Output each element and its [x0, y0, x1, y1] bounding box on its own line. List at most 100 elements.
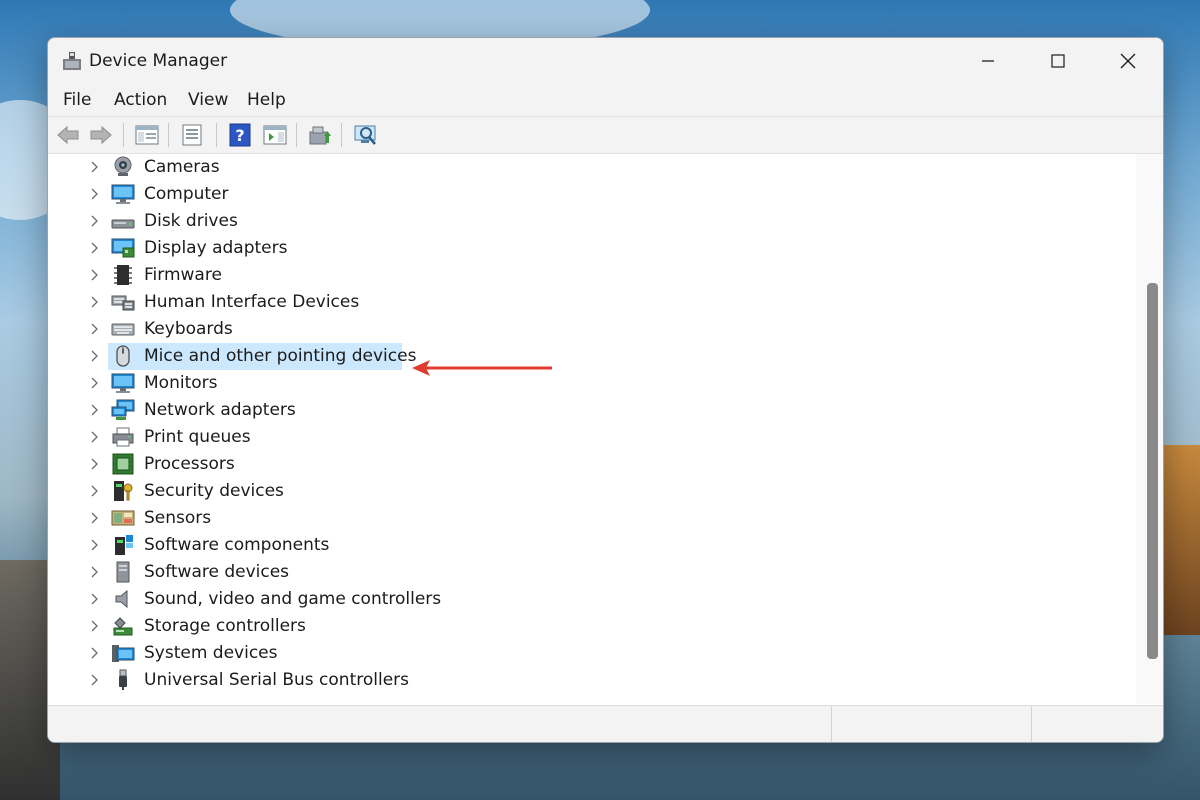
- toolbar: ?: [48, 116, 1163, 154]
- tree-item-print-queues[interactable]: Print queues: [48, 424, 1136, 451]
- toolbar-separator: [216, 123, 217, 147]
- camera-icon: [114, 156, 132, 176]
- update-driver-icon[interactable]: [307, 122, 333, 148]
- tree-item-system-devices[interactable]: System devices: [48, 640, 1136, 667]
- tree-item-processors[interactable]: Processors: [48, 451, 1136, 478]
- vertical-scrollbar[interactable]: [1136, 154, 1163, 704]
- tree-item-sensors[interactable]: Sensors: [48, 505, 1136, 532]
- menu-bar: File Action View Help: [48, 84, 1163, 116]
- tree-item-label: Sound, video and game controllers: [144, 589, 442, 609]
- status-bar: [48, 705, 1163, 742]
- tree-item-security-devices[interactable]: Security devices: [48, 478, 1136, 505]
- tree-item-monitors[interactable]: Monitors: [48, 370, 1136, 397]
- tree-item-label: Disk drives: [144, 211, 238, 231]
- tree-item-label: Software devices: [144, 562, 290, 582]
- tree-item-software-components[interactable]: Software components: [48, 532, 1136, 559]
- monitor-icon: [111, 373, 135, 393]
- tree-item-label: Software components: [144, 535, 330, 555]
- menu-file[interactable]: File: [63, 90, 91, 110]
- tree-item-universal-serial-bus-controllers[interactable]: Universal Serial Bus controllers: [48, 667, 1136, 694]
- chevron-right-icon[interactable]: [89, 349, 101, 363]
- toolbar-separator: [296, 123, 297, 147]
- scan-hardware-icon[interactable]: [353, 122, 379, 148]
- tree-item-label: Firmware: [144, 265, 222, 285]
- chevron-right-icon[interactable]: [89, 322, 101, 336]
- status-pane: [1031, 706, 1163, 742]
- chevron-right-icon[interactable]: [89, 511, 101, 525]
- show-action-pane-icon[interactable]: [262, 122, 288, 148]
- disk-drive-icon: [111, 219, 135, 229]
- tree-item-display-adapters[interactable]: Display adapters: [48, 235, 1136, 262]
- tree-item-firmware[interactable]: Firmware: [48, 262, 1136, 289]
- tree-item-keyboards[interactable]: Keyboards: [48, 316, 1136, 343]
- chevron-right-icon[interactable]: [89, 376, 101, 390]
- tree-item-disk-drives[interactable]: Disk drives: [48, 208, 1136, 235]
- tree-item-label: Display adapters: [144, 238, 288, 258]
- device-manager-icon: [63, 52, 81, 70]
- close-button[interactable]: [1093, 38, 1163, 84]
- forward-arrow-icon[interactable]: [88, 122, 114, 148]
- chevron-right-icon[interactable]: [89, 565, 101, 579]
- chevron-right-icon[interactable]: [89, 646, 101, 660]
- tree-item-label: Computer: [144, 184, 229, 204]
- tree-item-label: Processors: [144, 454, 235, 474]
- speaker-icon: [115, 589, 128, 609]
- properties-icon[interactable]: [179, 122, 205, 148]
- annotation-arrow-icon: [412, 360, 552, 376]
- tree-item-cameras[interactable]: Cameras: [48, 154, 1136, 181]
- tree-item-sound-video-and-game-controllers[interactable]: Sound, video and game controllers: [48, 586, 1136, 613]
- minimize-button[interactable]: [953, 38, 1023, 84]
- software-component-icon: [115, 535, 133, 555]
- chevron-right-icon[interactable]: [89, 268, 101, 282]
- show-hide-console-tree-icon[interactable]: [134, 122, 160, 148]
- tree-item-label: Monitors: [144, 373, 218, 393]
- menu-action[interactable]: Action: [114, 90, 167, 110]
- chevron-right-icon[interactable]: [89, 403, 101, 417]
- tree-item-network-adapters[interactable]: Network adapters: [48, 397, 1136, 424]
- tree-item-label: Storage controllers: [144, 616, 306, 636]
- chevron-right-icon[interactable]: [89, 430, 101, 444]
- menu-view[interactable]: View: [188, 90, 228, 110]
- tree-item-label: System devices: [144, 643, 278, 663]
- status-pane: [831, 706, 1032, 742]
- chevron-right-icon[interactable]: [89, 187, 101, 201]
- maximize-button[interactable]: [1023, 38, 1093, 84]
- close-icon: [1120, 53, 1136, 69]
- tree-item-label: Cameras: [144, 157, 220, 177]
- chevron-right-icon[interactable]: [89, 592, 101, 606]
- chevron-right-icon[interactable]: [89, 484, 101, 498]
- back-arrow-icon[interactable]: [55, 122, 81, 148]
- tree-item-human-interface-devices[interactable]: Human Interface Devices: [48, 289, 1136, 316]
- chevron-right-icon[interactable]: [89, 214, 101, 228]
- chevron-right-icon[interactable]: [89, 295, 101, 309]
- processor-icon: [112, 453, 134, 475]
- chevron-right-icon[interactable]: [89, 241, 101, 255]
- toolbar-separator: [123, 123, 124, 147]
- chevron-right-icon[interactable]: [89, 673, 101, 687]
- help-icon[interactable]: ?: [227, 122, 253, 148]
- toolbar-separator: [341, 123, 342, 147]
- tree-item-storage-controllers[interactable]: Storage controllers: [48, 613, 1136, 640]
- device-manager-window: Device Manager File Action View Help ? C…: [47, 37, 1164, 743]
- toolbar-separator: [168, 123, 169, 147]
- title-bar: Device Manager: [48, 38, 1163, 84]
- scrollbar-thumb[interactable]: [1147, 283, 1158, 659]
- minimize-icon: [982, 60, 994, 62]
- system-device-icon: [112, 645, 135, 662]
- chevron-right-icon[interactable]: [89, 160, 101, 174]
- display-adapter-icon: [111, 238, 135, 258]
- menu-help[interactable]: Help: [247, 90, 286, 110]
- chevron-right-icon[interactable]: [89, 619, 101, 633]
- tree-item-label: Mice and other pointing devices: [144, 346, 417, 366]
- tree-item-label: Sensors: [144, 508, 212, 528]
- tree-item-computer[interactable]: Computer: [48, 181, 1136, 208]
- chevron-right-icon[interactable]: [89, 457, 101, 471]
- storage-controller-icon: [113, 617, 133, 636]
- sensor-icon: [111, 510, 135, 526]
- tree-item-mice-and-other-pointing-devices[interactable]: Mice and other pointing devices: [48, 343, 1136, 370]
- chevron-right-icon[interactable]: [89, 538, 101, 552]
- tree-item-label: Universal Serial Bus controllers: [144, 670, 410, 690]
- computer-icon: [111, 184, 135, 204]
- software-device-icon: [116, 561, 130, 583]
- tree-item-software-devices[interactable]: Software devices: [48, 559, 1136, 586]
